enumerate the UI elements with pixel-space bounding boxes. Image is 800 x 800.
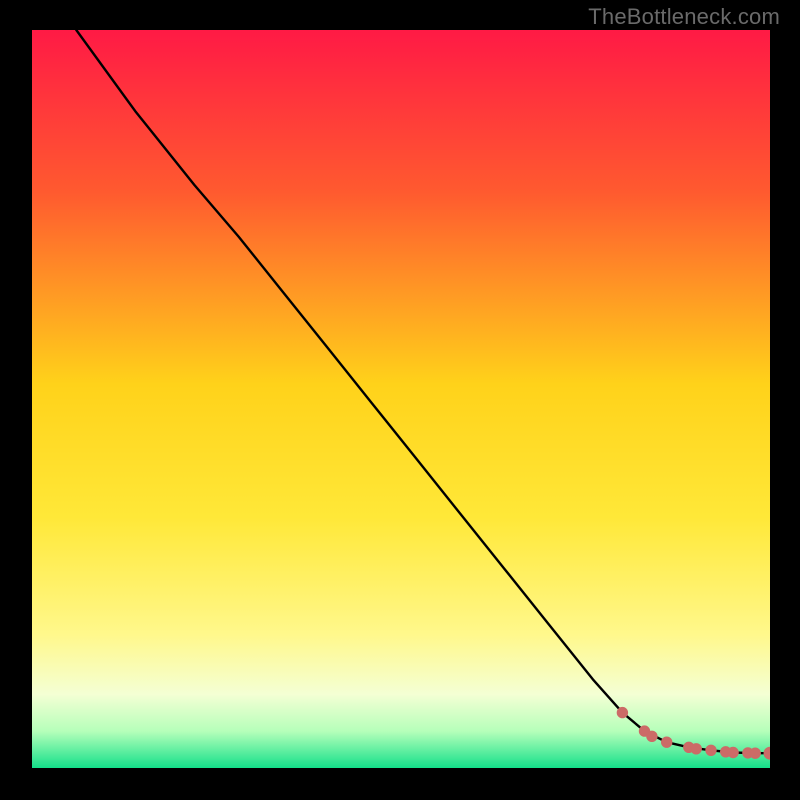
chart-frame: TheBottleneck.com: [0, 0, 800, 800]
tail-dot: [691, 744, 701, 754]
tail-dot: [750, 748, 760, 758]
plot-area: [32, 30, 770, 768]
tail-dot: [706, 745, 716, 755]
tail-dot: [617, 707, 627, 717]
chart-svg: [32, 30, 770, 768]
gradient-background: [32, 30, 770, 768]
tail-dot: [728, 747, 738, 757]
tail-dot: [647, 731, 657, 741]
watermark-text: TheBottleneck.com: [588, 4, 780, 30]
tail-dot: [662, 737, 672, 747]
